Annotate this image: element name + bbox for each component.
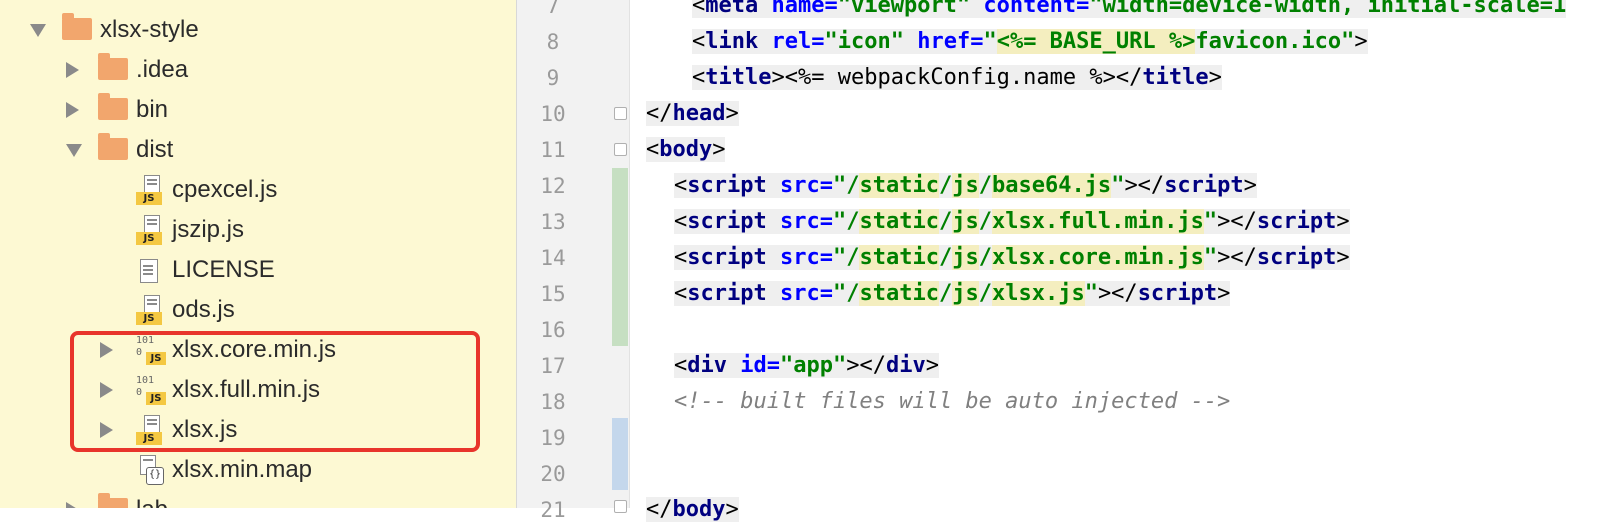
tree-item-ods[interactable]: JS ods.js xyxy=(0,290,516,330)
folder-icon xyxy=(98,53,128,80)
line-number: 18 xyxy=(540,390,566,414)
code-line-18: <!-- built files will be auto injected -… xyxy=(674,389,1231,414)
chevron-right-icon[interactable] xyxy=(66,502,79,508)
folder-icon xyxy=(62,13,92,40)
code-line-7: <meta name="viewport" content="width=dev… xyxy=(692,0,1567,24)
code-line-14: <script src="/static/js/xlsx.core.min.js… xyxy=(674,245,1350,270)
vcs-change-marker[interactable] xyxy=(612,418,628,490)
red-highlight-box xyxy=(70,331,480,452)
js-file-icon: JS xyxy=(136,295,166,325)
tree-item-license[interactable]: LICENSE xyxy=(0,250,516,290)
code-line-21: </body> xyxy=(646,497,739,522)
js-file-icon: JS xyxy=(136,215,166,245)
tree-item-label: jszip.js xyxy=(172,216,245,243)
code-line-8: <link rel="icon" href="<%= BASE_URL %>fa… xyxy=(692,29,1368,54)
tree-item-label: cpexcel.js xyxy=(172,176,278,203)
tree-item-label: xlsx-style xyxy=(100,16,199,43)
line-number: 10 xyxy=(540,102,566,126)
chevron-right-icon[interactable] xyxy=(66,62,79,78)
tree-item-dist[interactable]: dist xyxy=(0,130,516,170)
tree-item-bin[interactable]: bin xyxy=(0,90,516,130)
line-number: 7 xyxy=(546,0,560,18)
chevron-down-icon[interactable] xyxy=(66,144,82,157)
vcs-change-marker[interactable] xyxy=(612,168,628,346)
line-number: 9 xyxy=(546,66,560,90)
folder-icon xyxy=(98,93,128,120)
line-number: 14 xyxy=(540,246,566,270)
line-number: 11 xyxy=(540,138,566,162)
line-number: 19 xyxy=(540,426,566,450)
tree-item-jszip[interactable]: JS jszip.js xyxy=(0,210,516,250)
folder-icon xyxy=(98,493,128,508)
line-number: 15 xyxy=(540,282,566,306)
line-number: 12 xyxy=(540,174,566,198)
tree-item-xlsx-min-map[interactable]: {} xlsx.min.map xyxy=(0,450,516,490)
code-line-17: <div id="app"></div> xyxy=(674,353,939,378)
js-file-icon: JS xyxy=(136,175,166,205)
tree-item-label: bin xyxy=(136,96,169,123)
chevron-down-icon[interactable] xyxy=(30,24,46,37)
code-line-13: <script src="/static/js/xlsx.full.min.js… xyxy=(674,209,1350,234)
line-number: 17 xyxy=(540,354,566,378)
tree-item-cpexcel[interactable]: JS cpexcel.js xyxy=(0,170,516,210)
fold-toggle-icon[interactable] xyxy=(614,143,627,156)
line-number: 16 xyxy=(540,318,566,342)
line-number: 21 xyxy=(540,498,566,522)
tree-item-label: lab xyxy=(136,496,168,508)
code-editor[interactable]: <meta name="viewport" content="width=dev… xyxy=(630,0,1620,522)
tree-item-xlsx-style[interactable]: xlsx-style xyxy=(0,10,516,50)
text-file-icon xyxy=(136,255,166,285)
tree-item-label: LICENSE xyxy=(172,256,275,283)
code-line-15: <script src="/static/js/xlsx.js"></scrip… xyxy=(674,281,1231,306)
code-line-11: <body> xyxy=(646,137,726,162)
line-number: 8 xyxy=(546,30,560,54)
line-number: 13 xyxy=(540,210,566,234)
tree-item-idea[interactable]: .idea xyxy=(0,50,516,90)
fold-toggle-icon[interactable] xyxy=(614,107,627,120)
line-number: 20 xyxy=(540,462,566,486)
tree-item-label: dist xyxy=(136,136,174,163)
code-line-12: <script src="/static/js/base64.js"></scr… xyxy=(674,173,1257,198)
chevron-right-icon[interactable] xyxy=(66,102,79,118)
tree-item-label: ods.js xyxy=(172,296,235,323)
tree-item-label: .idea xyxy=(136,56,189,83)
tree-item-lab[interactable]: lab xyxy=(0,490,516,508)
fold-toggle-icon[interactable] xyxy=(614,500,627,513)
project-tree-panel: xlsx-style .idea bin dist JS cpexcel.js … xyxy=(0,0,517,508)
code-line-10: </head> xyxy=(646,101,739,126)
code-line-9: <title><%= webpackConfig.name %></title> xyxy=(692,65,1222,90)
tree-item-label: xlsx.min.map xyxy=(172,456,313,483)
folder-icon xyxy=(98,133,128,160)
map-file-icon: {} xyxy=(136,455,166,485)
